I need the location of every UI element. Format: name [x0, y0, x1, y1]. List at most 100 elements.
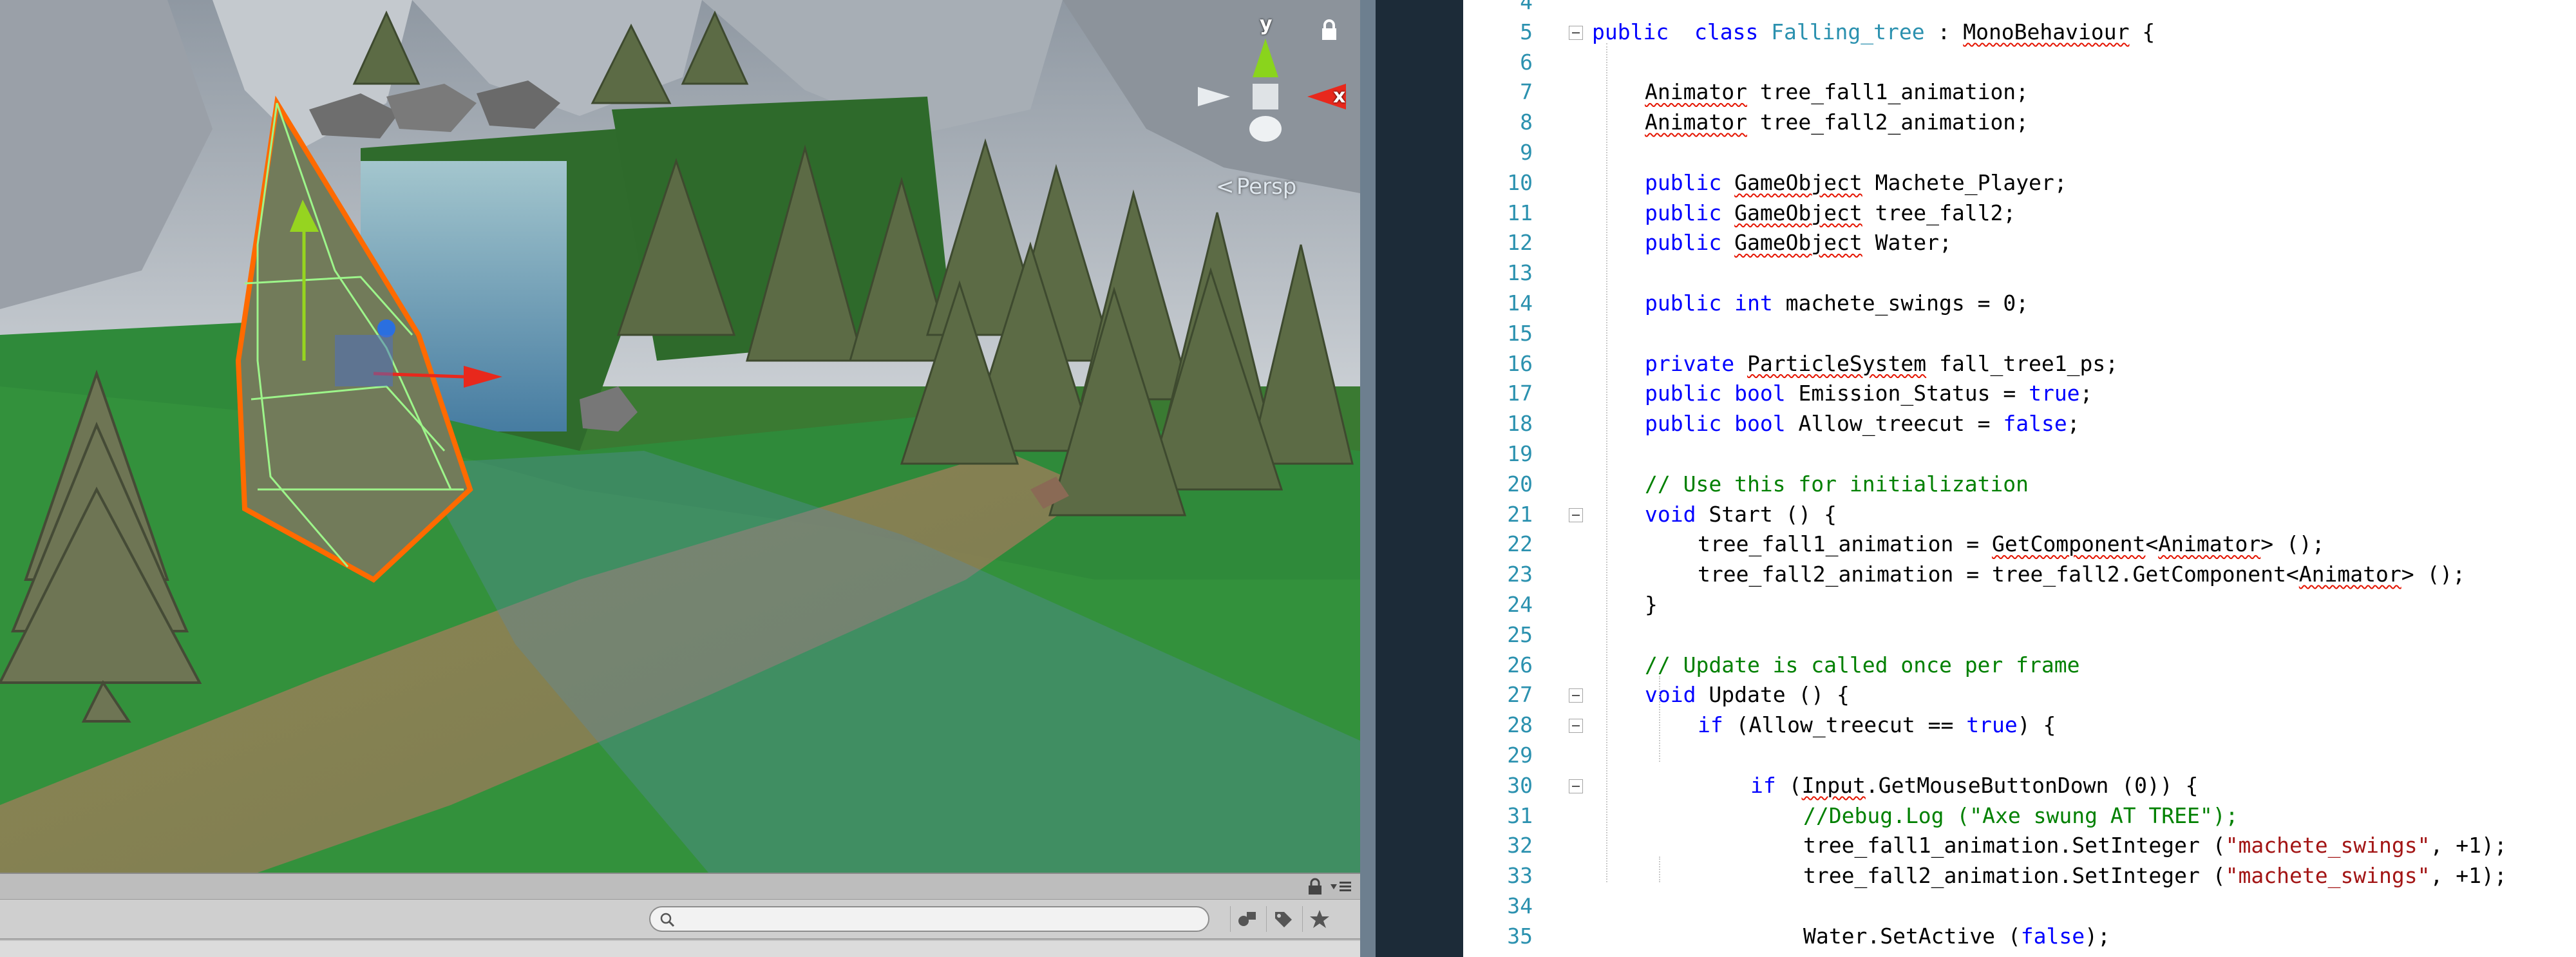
code-line[interactable]: 34: [1463, 891, 2576, 921]
code-line[interactable]: 7 Animator tree_fall1_animation;: [1463, 77, 2576, 107]
gizmo-x-label: x: [1333, 85, 1346, 108]
code-token: );: [2085, 923, 2110, 949]
line-number: 17: [1507, 381, 1533, 406]
code-line[interactable]: 5 public class Falling_tree : MonoBehavio…: [1463, 17, 2576, 47]
code-line[interactable]: 30 if (Input.GetMouseButtonDown (0)) {: [1463, 771, 2576, 801]
projection-mode-label[interactable]: < Persp: [1216, 174, 1296, 200]
filter-by-type-icon: [1238, 912, 1256, 926]
code-line[interactable]: 27 void Update () {: [1463, 680, 2576, 710]
code-editor[interactable]: 4 5 public class Falling_tree : MonoBehavi…: [1463, 0, 2576, 957]
collapse-region-icon[interactable]: [1569, 719, 1583, 734]
code-token: ParticleSystem: [1747, 350, 1927, 376]
code-line[interactable]: 25: [1463, 620, 2576, 650]
line-number: 25: [1507, 621, 1533, 647]
filter-by-type-button[interactable]: [1230, 906, 1264, 932]
code-line[interactable]: 20 // Use this for initialization: [1463, 469, 2576, 499]
panel-content: [0, 941, 1360, 957]
desktop-background: [1376, 0, 1463, 957]
code-text: if (Allow_treecut == true) {: [1698, 710, 2056, 740]
code-token: //Debug.Log ("Axe swung AT TREE");: [1803, 802, 2239, 828]
code-line[interactable]: 29: [1463, 741, 2576, 770]
code-token: if: [1698, 712, 1723, 738]
code-line[interactable]: 15: [1463, 319, 2576, 348]
code-line[interactable]: 13: [1463, 258, 2576, 288]
line-number: 7: [1520, 79, 1533, 105]
code-line[interactable]: 17 public bool Emission_Status = true;: [1463, 379, 2576, 408]
line-number: 23: [1507, 562, 1533, 587]
code-line[interactable]: 11 public GameObject tree_fall2;: [1463, 198, 2576, 228]
code-token: "machete_swings": [2225, 833, 2430, 858]
project-search[interactable]: [649, 906, 1209, 932]
collapse-region-icon[interactable]: [1569, 25, 1583, 40]
code-line[interactable]: 33 tree_fall2_animation.SetInteger ("mach…: [1463, 861, 2576, 891]
code-line[interactable]: 9: [1463, 138, 2576, 167]
line-number: 20: [1507, 471, 1533, 497]
code-line[interactable]: 26 // Update is called once per frame: [1463, 650, 2576, 680]
code-token: tree_fall1_animation =: [1698, 531, 1992, 557]
code-line[interactable]: 22 tree_fall1_animation = GetComponent<An…: [1463, 529, 2576, 559]
line-number: 31: [1507, 802, 1533, 828]
panel-lock-icon[interactable]: [1307, 878, 1323, 896]
code-token: Emission_Status =: [1785, 381, 2029, 406]
lock-icon[interactable]: [1320, 19, 1338, 41]
indent-guide: [1659, 857, 1660, 883]
code-line[interactable]: 24}: [1463, 590, 2576, 620]
line-number: 5: [1520, 19, 1533, 44]
code-line[interactable]: 16 private ParticleSystem fall_tree1_ps;: [1463, 349, 2576, 379]
code-line[interactable]: 10 public GameObject Machete_Player;: [1463, 168, 2576, 198]
code-text: private ParticleSystem fall_tree1_ps;: [1645, 349, 2118, 379]
code-line[interactable]: 14 public int machete_swings = 0;: [1463, 289, 2576, 318]
code-token: if: [1750, 772, 1776, 798]
code-token: public: [1592, 19, 1669, 44]
code-token: void: [1645, 501, 1696, 527]
indent-guide: [1606, 43, 1607, 883]
code-line[interactable]: 31 //Debug.Log ("Axe swung AT TREE");: [1463, 801, 2576, 831]
code-line[interactable]: 6: [1463, 48, 2576, 77]
code-token: public: [1645, 169, 1722, 195]
scene-viewport[interactable]: [0, 0, 1360, 873]
code-line[interactable]: 32 tree_fall1_animation.SetInteger ("mach…: [1463, 831, 2576, 860]
code-line[interactable]: 21 void Start () {: [1463, 500, 2576, 529]
code-line[interactable]: 18 public bool Allow_treecut = false;: [1463, 409, 2576, 439]
collapse-region-icon[interactable]: [1569, 688, 1583, 703]
code-token: true: [1966, 712, 2018, 738]
code-token: private: [1645, 350, 1735, 376]
code-token: (: [1776, 772, 1802, 798]
code-line[interactable]: 8 Animator tree_fall2_animation;: [1463, 108, 2576, 137]
code-token: "machete_swings": [2225, 863, 2430, 889]
line-number: 21: [1507, 501, 1533, 527]
code-line[interactable]: 28 if (Allow_treecut == true) {: [1463, 710, 2576, 740]
collapse-region-icon[interactable]: [1569, 779, 1583, 793]
code-line[interactable]: 23 tree_fall2_animation = tree_fall2.GetC…: [1463, 560, 2576, 589]
code-token: (Allow_treecut ==: [1723, 712, 1967, 738]
code-line[interactable]: 12 public GameObject Water;: [1463, 228, 2576, 258]
filter-by-label-button[interactable]: [1266, 906, 1300, 932]
code-token: Falling_tree: [1758, 19, 1925, 44]
line-number: 18: [1507, 411, 1533, 437]
code-token: bool: [1734, 381, 1786, 406]
code-token: > ();: [2260, 531, 2325, 557]
favorites-button[interactable]: [1302, 906, 1336, 932]
window-divider[interactable]: [1360, 0, 1376, 957]
scene-view[interactable]: y x < Persp: [0, 0, 1360, 873]
code-text: Water.SetActive (false);: [1803, 922, 2110, 951]
code-token: void: [1645, 682, 1696, 708]
code-line[interactable]: 36: [1463, 952, 2576, 957]
code-token: > ();: [2401, 562, 2466, 587]
code-line[interactable]: 19: [1463, 439, 2576, 469]
search-input[interactable]: [683, 910, 1198, 928]
collapse-region-icon[interactable]: [1569, 507, 1583, 522]
code-token: false: [2003, 411, 2067, 437]
line-number: 15: [1507, 320, 1533, 346]
code-text: void Update () {: [1645, 680, 1850, 710]
code-line[interactable]: 4: [1463, 0, 2576, 17]
code-token: , +1);: [2430, 863, 2507, 889]
code-line[interactable]: 35 Water.SetActive (false);: [1463, 922, 2576, 951]
panel-menu-icon[interactable]: [1329, 878, 1352, 896]
code-text: // Use this for initialization: [1645, 469, 2029, 499]
code-token: false: [2020, 923, 2085, 949]
code-text: tree_fall1_animation.SetInteger ("machet…: [1803, 831, 2507, 860]
